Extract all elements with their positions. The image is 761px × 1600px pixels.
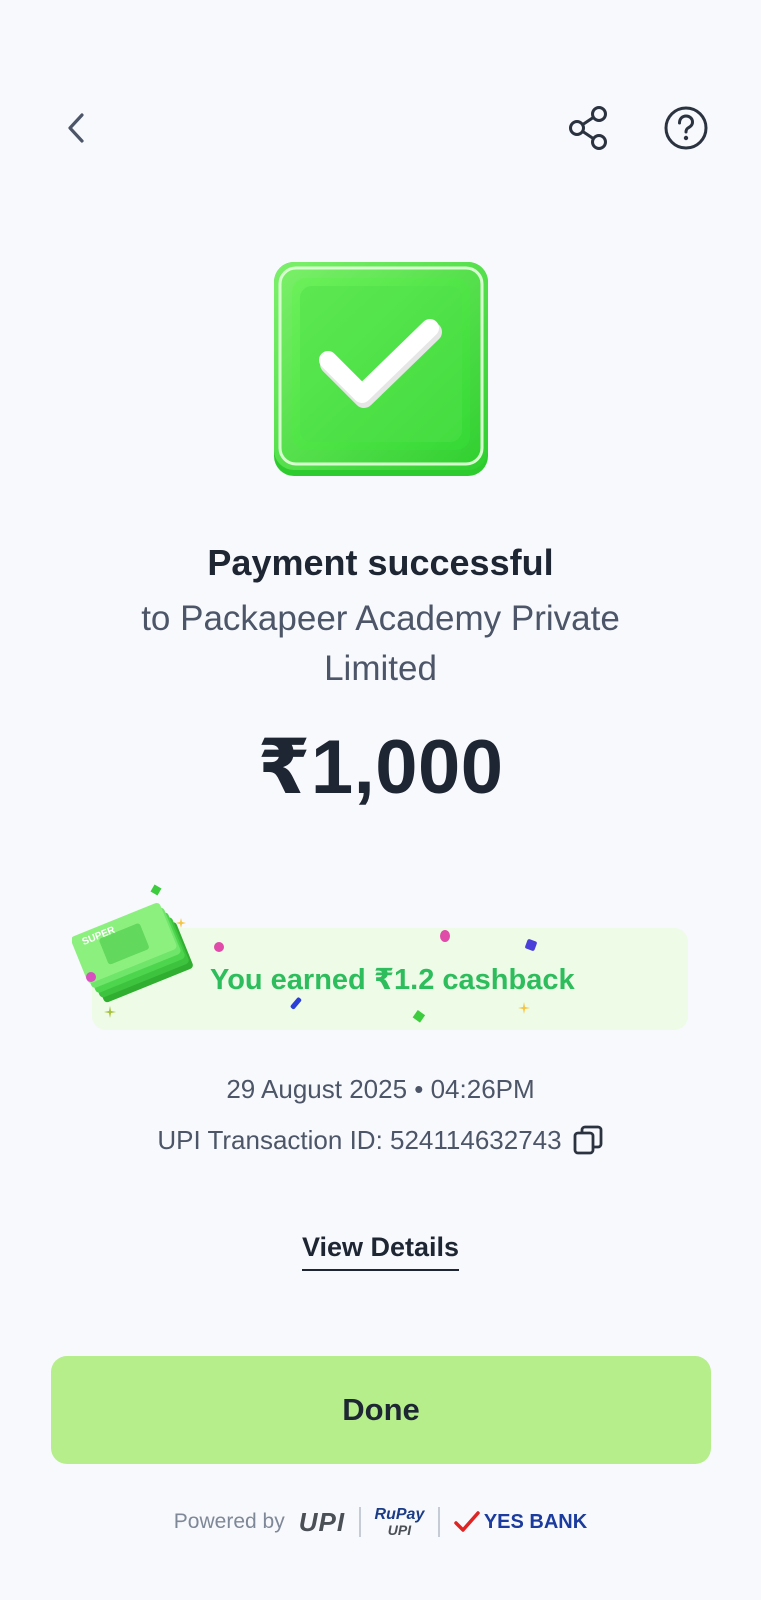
confetti-icon <box>412 1010 426 1023</box>
copy-icon <box>573 1125 603 1155</box>
cashback-text: You earned ₹1.2 cashback <box>210 964 575 996</box>
recipient-name: to Packapeer Academy Private Limited <box>141 599 620 688</box>
view-details-link[interactable]: View Details <box>301 1232 460 1271</box>
tick-logo-icon <box>454 1511 480 1532</box>
view-details-container: View Details <box>0 1232 761 1271</box>
page-title: Payment successful <box>207 542 554 583</box>
yes-bank-logo: YES BANK <box>454 1511 587 1534</box>
chevron-left-icon <box>68 113 84 143</box>
check-icon <box>274 262 488 476</box>
footer-divider <box>359 1507 361 1537</box>
copy-button[interactable] <box>572 1124 604 1156</box>
cash-stack-icon: SUPER <box>72 902 193 1003</box>
share-button[interactable] <box>564 102 614 154</box>
rupay-logo-text: RuPay <box>374 1506 425 1523</box>
confetti-icon <box>214 942 224 952</box>
confetti-icon <box>176 918 186 928</box>
powered-by-label: Powered by <box>173 1510 285 1533</box>
confetti-icon <box>290 997 302 1010</box>
confetti-icon <box>440 930 450 942</box>
payment-amount: ₹1,000 <box>257 725 504 810</box>
upi-transaction-row: UPI Transaction ID: 524114632743 <box>0 1124 761 1156</box>
confetti-icon <box>518 1002 530 1014</box>
help-circle-icon <box>664 106 708 150</box>
confetti-icon <box>525 939 537 951</box>
confetti-icon <box>104 1006 116 1018</box>
upi-logo: UPI <box>298 1506 346 1537</box>
share-icon <box>569 106 607 150</box>
back-button[interactable] <box>52 100 100 156</box>
rupay-logo: RuPay UPI <box>374 1506 425 1538</box>
footer-powered-by: Powered by UPI RuPay UPI YES BANK <box>0 1500 761 1544</box>
footer-divider <box>438 1507 440 1537</box>
upi-transaction-id: UPI Transaction ID: 524114632743 <box>157 1124 562 1155</box>
payment-success-screen: Payment successful to Packapeer Academy … <box>0 0 761 1600</box>
confetti-icon <box>150 884 162 896</box>
rupay-upi-text: UPI <box>387 1522 412 1538</box>
transaction-datetime: 29 August 2025 • 04:26PM <box>226 1074 535 1104</box>
confetti-icon <box>86 972 96 982</box>
done-button[interactable]: Done <box>51 1356 711 1464</box>
help-button[interactable] <box>660 102 712 154</box>
yes-bank-text: YES BANK <box>483 1510 588 1533</box>
